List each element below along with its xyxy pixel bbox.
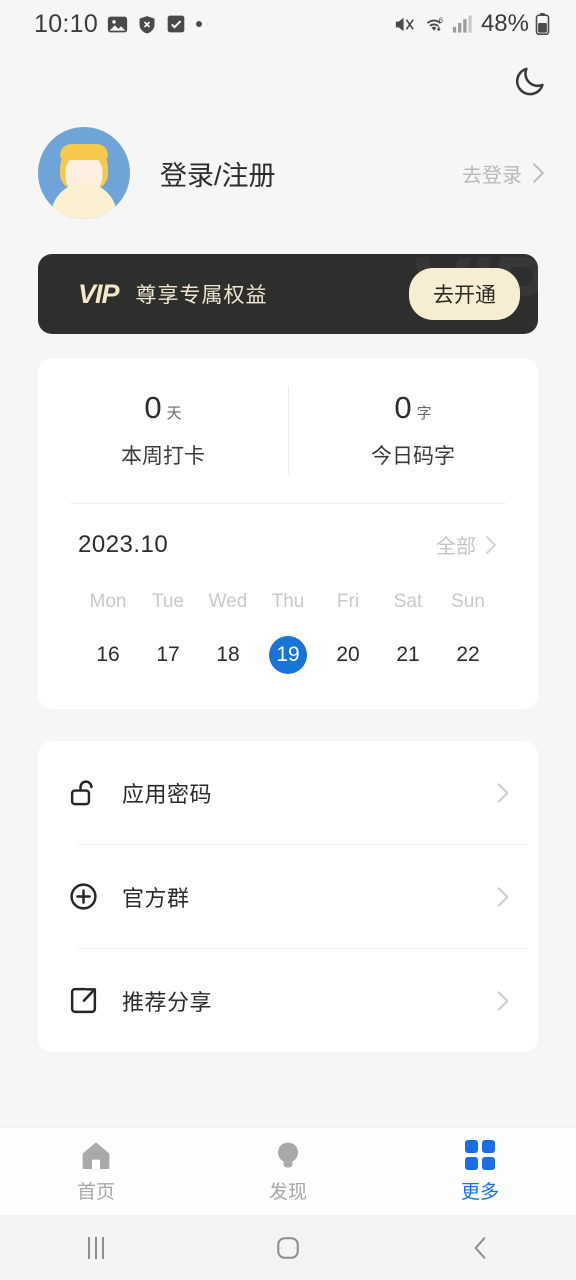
chevron-right-icon [484, 535, 498, 555]
calendar-header: 2023.10 全部 [78, 530, 498, 559]
calendar-day-label: 16 [96, 643, 120, 666]
stats-calendar-card: 0 天 本周打卡 0 字 今日码字 2023.10 全部 Mon Tue Wed… [38, 358, 538, 709]
unlock-icon [66, 777, 100, 808]
avatar-fringe [60, 144, 108, 160]
grid-icon [465, 1139, 495, 1170]
calendar-weekday: Wed [208, 591, 248, 612]
plus-circle-icon [66, 881, 100, 912]
page-title: 登录/注册 [160, 160, 276, 191]
home-icon [80, 1140, 112, 1170]
avatar-body [51, 183, 117, 219]
top-bar [0, 48, 576, 114]
avatar[interactable] [38, 127, 130, 219]
calendar-days: 16 17 18 19 20 21 22 [78, 635, 498, 675]
bottom-tab-bar: 首页 发现 更多 [0, 1127, 576, 1215]
lightbulb-icon [273, 1140, 303, 1170]
menu-item-label: 应用密码 [122, 781, 213, 807]
calendar-weekday: Sun [451, 591, 485, 612]
tab-more[interactable]: 更多 [384, 1128, 576, 1215]
calendar-weekdays: Mon Tue Wed Thu Fri Sat Sun [78, 591, 498, 613]
android-nav-bar [0, 1215, 576, 1280]
calendar-all-label: 全部 [436, 536, 476, 558]
tab-home[interactable]: 首页 [0, 1128, 192, 1215]
mute-vibrate-icon [393, 13, 416, 36]
chevron-right-icon [496, 782, 510, 804]
tab-label: 更多 [460, 1181, 499, 1203]
calendar-day-label: 18 [216, 643, 240, 666]
calendar-day[interactable]: 16 [78, 635, 138, 675]
shield-x-icon [137, 14, 157, 35]
menu-item-label: 推荐分享 [122, 989, 213, 1015]
menu-item-official-group[interactable]: 官方群 [38, 845, 526, 948]
tab-label: 发现 [268, 1181, 307, 1203]
svg-text:6: 6 [439, 15, 443, 24]
vip-activate-button[interactable]: 去开通 [409, 268, 520, 320]
calendar-day-label: 22 [456, 643, 480, 666]
dot-icon [195, 20, 203, 28]
stat-unit: 字 [416, 404, 432, 422]
stat-label: 今日码字 [371, 444, 455, 468]
stats-row: 0 天 本周打卡 0 字 今日码字 [38, 358, 538, 503]
stat-label: 本周打卡 [121, 444, 205, 468]
calendar-weekday: Fri [336, 591, 360, 612]
calendar: 2023.10 全部 Mon Tue Wed Thu Fri Sat Sun 1… [38, 504, 538, 709]
calendar-day-label: 21 [396, 643, 420, 666]
calendar-day-label: 20 [336, 643, 360, 666]
stat-value: 0 字 [394, 392, 431, 423]
calendar-day-label: 19 [269, 636, 307, 674]
calendar-day-label: 17 [156, 643, 180, 666]
calendar-day-selected[interactable]: 19 [258, 635, 318, 675]
calendar-day[interactable]: 21 [378, 635, 438, 675]
chevron-right-icon [496, 886, 510, 908]
recents-icon[interactable] [0, 1215, 192, 1280]
calendar-all-button[interactable]: 全部 [436, 530, 498, 559]
stat-weekly-checkin[interactable]: 0 天 本周打卡 [38, 358, 288, 503]
battery-percent: 48% [480, 10, 529, 37]
calendar-weekday: Mon [89, 591, 127, 612]
chevron-right-icon [531, 162, 546, 184]
chevron-right-icon [496, 990, 510, 1012]
stat-unit: 天 [166, 404, 182, 422]
calendar-day[interactable]: 17 [138, 635, 198, 675]
go-login-label: 去登录 [462, 164, 522, 187]
calendar-weekday: Tue [151, 591, 185, 612]
settings-menu-card: 应用密码 官方群 推荐分享 [38, 741, 538, 1052]
back-chevron-icon[interactable] [384, 1215, 576, 1280]
menu-item-label: 官方群 [122, 885, 190, 911]
share-export-icon [66, 985, 100, 1016]
image-icon [107, 14, 128, 35]
profile-header[interactable]: 登录/注册 去登录 [0, 114, 576, 232]
checkbox-icon [166, 14, 186, 34]
battery-icon [535, 12, 550, 36]
calendar-weekday: Sat [393, 591, 423, 612]
calendar-day[interactable]: 18 [198, 635, 258, 675]
tab-label: 首页 [76, 1181, 115, 1203]
signal-bars-icon [452, 13, 473, 35]
menu-item-app-password[interactable]: 应用密码 [38, 741, 526, 844]
status-bar-left: 10:10 [34, 10, 203, 39]
go-login-button[interactable]: 去登录 [462, 159, 546, 188]
tab-discover[interactable]: 发现 [192, 1128, 384, 1215]
home-square-icon[interactable] [192, 1215, 384, 1280]
status-bar-right: 6 48% [393, 10, 550, 38]
calendar-month: 2023.10 [78, 530, 169, 558]
vip-slogan: 尊享专属权益 [135, 284, 268, 307]
stat-value: 0 天 [144, 392, 181, 423]
vip-banner[interactable]: VIP VIP 尊享专属权益 去开通 [38, 254, 538, 334]
menu-item-share[interactable]: 推荐分享 [38, 949, 526, 1052]
vip-logo: VIP [78, 278, 120, 309]
calendar-day[interactable]: 20 [318, 635, 378, 675]
stat-number: 0 [394, 389, 412, 425]
moon-icon[interactable] [512, 63, 548, 99]
calendar-day[interactable]: 22 [438, 635, 498, 675]
calendar-weekday: Thu [271, 591, 305, 612]
wifi-6-icon: 6 [422, 13, 446, 36]
status-bar: 10:10 6 48% [0, 0, 576, 48]
stat-today-words[interactable]: 0 字 今日码字 [288, 358, 538, 503]
status-clock: 10:10 [34, 9, 99, 38]
stat-number: 0 [144, 389, 162, 425]
